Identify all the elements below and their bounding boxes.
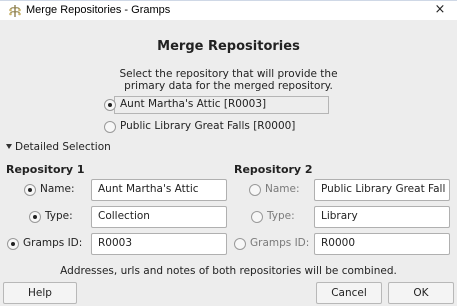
expander-label: Detailed Selection: [15, 141, 111, 153]
repo1-name-radio[interactable]: [24, 184, 36, 196]
primary-option-2-label[interactable]: Public Library Great Falls [R0000]: [120, 120, 295, 132]
window-title: Merge Repositories - Gramps: [26, 4, 171, 16]
repo1-type-label: Type:: [45, 210, 73, 222]
repo1-gramps-id-label: Gramps ID:: [23, 237, 83, 249]
repo1-gramps-id-radio[interactable]: [7, 238, 19, 250]
repo2-type-field[interactable]: Library: [314, 206, 450, 228]
expander-down-arrow-icon: [6, 143, 12, 149]
repo2-name-label: Name:: [265, 183, 300, 195]
repo2-gramps-id-radio[interactable]: [234, 238, 246, 250]
repo1-name-label: Name:: [40, 183, 75, 195]
instructions-line-1: Select the repository that will provide …: [119, 68, 338, 80]
help-button[interactable]: Help: [3, 282, 77, 304]
detailed-selection-expander[interactable]: Detailed Selection: [6, 141, 111, 153]
repo2-gramps-id-field[interactable]: R0000: [314, 233, 450, 255]
dialog-heading: Merge Repositories: [157, 39, 300, 54]
repository-1-heading: Repository 1: [6, 163, 85, 176]
close-icon[interactable]: ×: [433, 2, 447, 18]
primary-option-1-radio[interactable]: [104, 99, 116, 111]
cancel-button[interactable]: Cancel: [316, 282, 382, 304]
repo2-type-radio[interactable]: [251, 211, 263, 223]
repo1-gramps-id-field[interactable]: R0003: [91, 233, 227, 255]
primary-option-2-radio[interactable]: [104, 121, 116, 133]
instructions: Select the repository that will provide …: [0, 68, 457, 92]
repo2-name-radio[interactable]: [249, 184, 261, 196]
repository-2-heading: Repository 2: [234, 163, 313, 176]
merge-dialog: Merge Repositories - Gramps × Merge Repo…: [0, 0, 457, 306]
merge-note: Addresses, urls and notes of both reposi…: [60, 265, 397, 277]
repo2-type-label: Type:: [267, 210, 295, 222]
ok-button[interactable]: OK: [388, 282, 454, 304]
primary-option-1-label[interactable]: Aunt Martha's Attic [R0003]: [120, 98, 266, 110]
gramps-app-icon: [9, 5, 21, 17]
repo2-gramps-id-label: Gramps ID:: [250, 237, 310, 249]
title-bar: Merge Repositories - Gramps ×: [0, 0, 457, 20]
instructions-line-2: primary data for the merged repository.: [124, 80, 333, 92]
repo1-name-field[interactable]: Aunt Martha's Attic: [91, 179, 227, 201]
repo2-name-field[interactable]: Public Library Great Fall: [314, 179, 450, 201]
repo1-type-radio[interactable]: [29, 211, 41, 223]
repo1-type-field[interactable]: Collection: [91, 206, 227, 228]
